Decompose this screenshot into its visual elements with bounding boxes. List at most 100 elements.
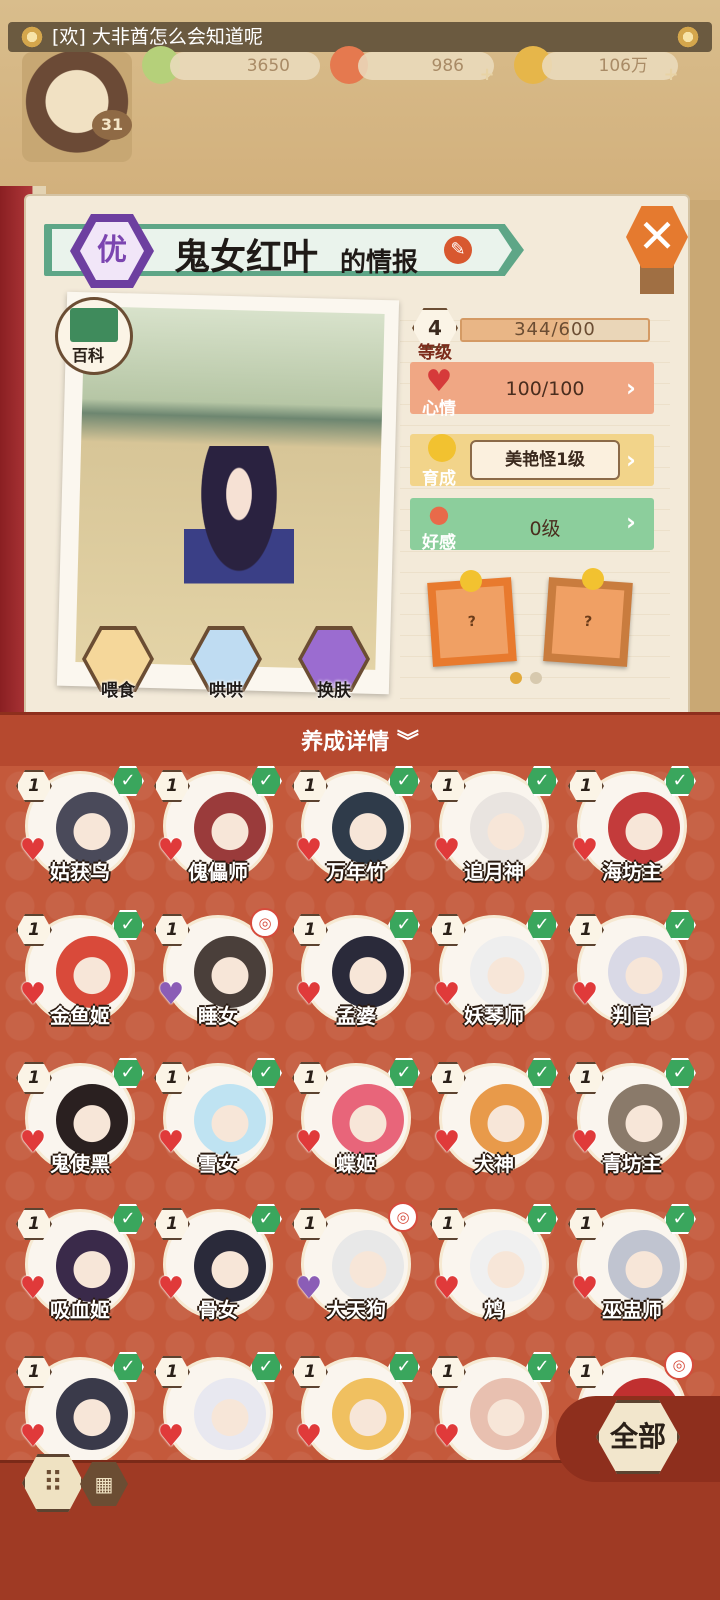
shikigami-card[interactable]: 1 ✓ ♥ 青坊主: [568, 1058, 696, 1202]
detail-toggle[interactable]: 养成详情 ︾: [0, 724, 720, 756]
shikigami-name: 追月神: [464, 860, 524, 884]
shikigami-name: 妖琴师: [464, 1004, 524, 1028]
shikigami-card[interactable]: 1 ✓ ♥ 犬神: [430, 1058, 558, 1202]
chevron-right-icon: ›: [626, 374, 636, 402]
mood-heart-icon: ♥: [295, 1419, 323, 1454]
player-level-badge: 31: [92, 110, 132, 140]
shikigami-face: [332, 1378, 404, 1450]
marquee-text: [欢] 大非酋怎么会知道呢: [52, 26, 263, 48]
shikigami-face: [470, 792, 542, 864]
level-label: 等级: [418, 343, 452, 363]
smiley-icon: [582, 568, 604, 590]
shikigami-card[interactable]: 1 ✓ ♥ 雪女: [154, 1058, 282, 1202]
shikigami-card[interactable]: 1 ✓ ♥ 姑获鸟: [16, 766, 144, 910]
shikigami-card[interactable]: 1 ✓ ♥ 妖琴师: [430, 910, 558, 1054]
shikigami-name: 海坊主: [602, 860, 662, 884]
shikigami-card[interactable]: 1 ✓ ♥ 金鱼姬: [16, 910, 144, 1054]
shikigami-face: [194, 1230, 266, 1302]
chevron-right-icon: ›: [626, 508, 636, 536]
shikigami-card[interactable]: 1 ✓ ♥ 蝶姬: [292, 1058, 420, 1202]
detail-label: 养成详情: [301, 730, 390, 755]
add-coin-button[interactable]: +: [662, 66, 680, 84]
chevron-right-icon: ›: [626, 446, 636, 474]
card-question: ?: [583, 613, 593, 631]
shikigami-card[interactable]: 1 ✓ ♥ 判官: [568, 910, 696, 1054]
coin-resource-value: 106万: [542, 52, 678, 80]
shikigami-card[interactable]: 1 ✓ ♥ 鬼使黑: [16, 1058, 144, 1202]
shikigami-card[interactable]: 1 ✓ ♥ 海坊主: [568, 766, 696, 910]
mood-value: 100/100: [505, 378, 585, 400]
smiley-icon: [460, 570, 482, 592]
shikigami-card[interactable]: 1 ✓ ♥ 巫盅师: [568, 1204, 696, 1348]
mystery-card-2[interactable]: ?: [543, 577, 633, 667]
page-dot[interactable]: [530, 672, 542, 684]
shikigami-card[interactable]: 1 ◎ ♥ 睡女: [154, 908, 280, 1054]
shikigami-face: [608, 1084, 680, 1156]
shikigami-card[interactable]: 1 ✓ ♥ 傀儡师: [154, 766, 282, 910]
shikigami-card[interactable]: 1 ✓ ♥ 吸血姬: [16, 1204, 144, 1348]
shikigami-face: [56, 1230, 128, 1302]
encyclopedia-label: 百科: [72, 346, 105, 365]
shikigami-face: [470, 936, 542, 1008]
shikigami-name: 睡女: [198, 1004, 238, 1028]
shikigami-card[interactable]: 1 ✓ ♥ 孟婆: [292, 910, 420, 1054]
special-status-icon: ◎: [250, 908, 280, 938]
shikigami-face: [470, 1378, 542, 1450]
book-icon: [70, 308, 118, 342]
marquee-banner: [欢] 大非酋怎么会知道呢: [8, 22, 712, 52]
flower-icon: [676, 25, 700, 49]
mood-heart-icon: ♥: [433, 1419, 461, 1454]
shikigami-card[interactable]: 1 ✓ ♥ 万年竹: [292, 766, 420, 910]
feed-label: 喂食: [101, 681, 135, 701]
nurture-label: 育成: [422, 469, 456, 489]
grid-icon: ⠿: [42, 1466, 64, 1499]
pencil-icon[interactable]: ✎: [444, 236, 472, 264]
shikigami-name: 鸩: [484, 1298, 504, 1322]
shikigami-card[interactable]: 1 ✓ ♥ 追月神: [430, 766, 558, 910]
player-avatar[interactable]: [22, 52, 132, 162]
shikigami-face: [332, 1084, 404, 1156]
shikigami-name: 姑获鸟: [50, 860, 110, 884]
shikigami-face: [56, 1084, 128, 1156]
shikigami-face: [56, 1378, 128, 1450]
shikigami-name: 鬼使黑: [50, 1152, 110, 1176]
exp-text: 344/600: [514, 319, 596, 340]
shikigami-face: [332, 792, 404, 864]
title-suffix: 的情报: [340, 248, 419, 278]
add-heart-button[interactable]: +: [478, 66, 496, 84]
smiley-icon: [418, 430, 460, 466]
shikigami-face: [56, 936, 128, 1008]
mood-heart-icon: ♥: [157, 1419, 185, 1454]
shikigami-name: 蝶姬: [336, 1152, 376, 1176]
flower-icon: [20, 25, 44, 49]
shikigami-name: 傀儡师: [188, 860, 248, 884]
shikigami-face: [56, 792, 128, 864]
nurture-value: 美艳怪1级: [470, 440, 620, 480]
shikigami-name: 吸血姬: [50, 1298, 110, 1322]
mood-label: 心情: [422, 399, 456, 419]
shikigami-face: [194, 936, 266, 1008]
affinity-label: 好感: [422, 533, 456, 553]
shikigami-card[interactable]: 1 ◎ ♥ 大天狗: [292, 1202, 418, 1348]
shikigami-name: 鬼女红叶: [174, 237, 319, 278]
list-icon: ▦: [94, 1472, 114, 1496]
shikigami-figure[interactable]: [184, 446, 294, 606]
coax-label: 哄哄: [209, 681, 243, 701]
shikigami-card[interactable]: 1 ✓ ♥ 鸩: [430, 1204, 558, 1348]
shikigami-name: 骨女: [198, 1298, 238, 1322]
shikigami-card[interactable]: 1 ✓ ♥ 骨女: [154, 1204, 282, 1348]
shikigami-name: 巫盅师: [602, 1298, 662, 1322]
exp-bar: 344/600: [460, 318, 650, 342]
shikigami-face: [194, 1084, 266, 1156]
change-skin-label: 换肤: [317, 681, 351, 701]
shikigami-face: [332, 936, 404, 1008]
shikigami-face: [608, 936, 680, 1008]
mood-heart-icon: ♥: [19, 1419, 47, 1454]
affinity-value: 0级: [529, 518, 561, 540]
page-dot-active[interactable]: [510, 672, 522, 684]
shikigami-name: 大天狗: [326, 1298, 386, 1322]
shikigami-face: [470, 1084, 542, 1156]
special-status-icon: ◎: [664, 1350, 694, 1380]
shikigami-face: [194, 792, 266, 864]
shikigami-face: [470, 1230, 542, 1302]
